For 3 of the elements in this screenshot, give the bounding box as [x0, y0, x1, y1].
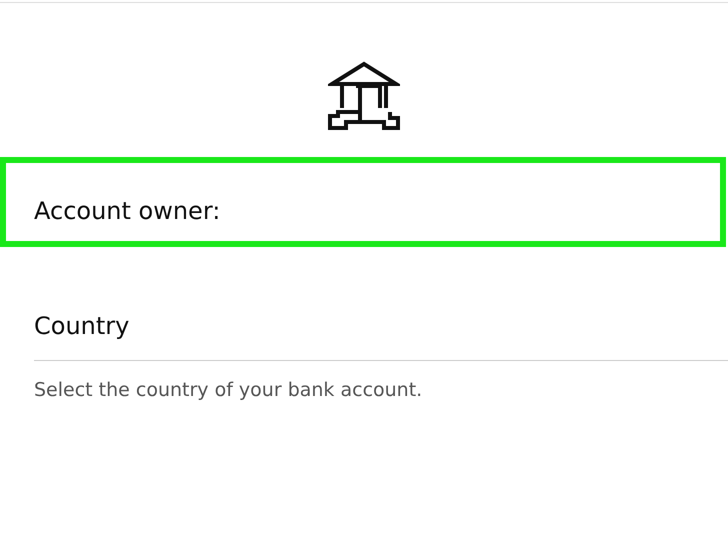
field-label: Account owner:: [34, 197, 220, 225]
country-field[interactable]: Country: [34, 312, 728, 361]
helper-text: Select the country of your bank account.: [34, 379, 424, 401]
